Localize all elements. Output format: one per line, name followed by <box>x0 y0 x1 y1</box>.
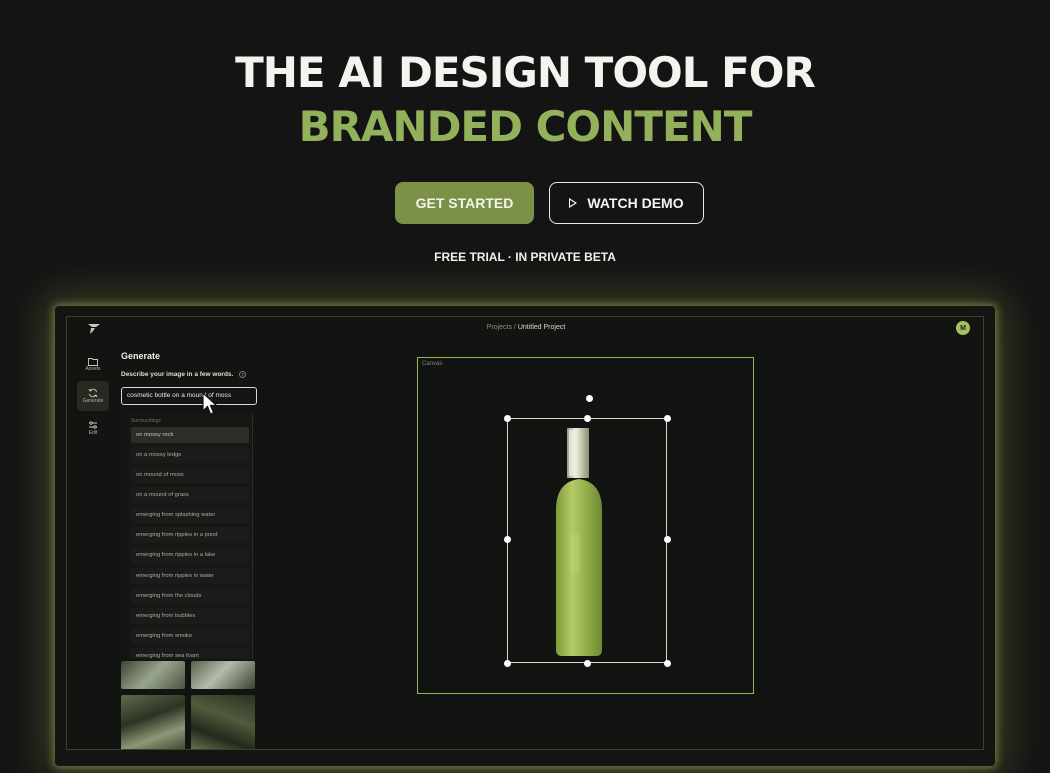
suggestion-dropdown: Surroundings on mossy rock on a mossy le… <box>127 413 253 659</box>
generate-panel: Generate Describe your image in a few wo… <box>119 341 259 749</box>
product-bottle-image[interactable] <box>548 424 626 658</box>
hero-subtitle: FREE TRIAL · IN PRIVATE BETA <box>434 250 616 264</box>
suggestion-item[interactable]: emerging from ripples in a lake <box>131 547 249 563</box>
resize-handle-bottom-right[interactable] <box>664 660 671 667</box>
app-topbar: Projects / Untitled Project M <box>67 317 983 341</box>
breadcrumb-projects[interactable]: Projects / <box>487 324 516 331</box>
resize-handle-top[interactable] <box>584 415 591 422</box>
suggestion-item[interactable]: emerging from ripples in water <box>131 568 249 584</box>
rail-item-edit[interactable]: Edit <box>77 413 109 443</box>
hero-title-line1: THE AI DESIGN TOOL FOR <box>235 48 816 97</box>
sliders-icon <box>89 420 97 429</box>
left-rail: Assets Generate Edit <box>67 341 119 749</box>
result-thumbnail[interactable] <box>191 695 255 749</box>
suggestion-item[interactable]: emerging from splashing water <box>131 507 249 523</box>
rail-item-generate[interactable]: Generate <box>77 381 109 411</box>
prompt-input[interactable]: cosmetic bottle on a mound of moss <box>121 387 257 405</box>
panel-description: Describe your image in a few words. ? <box>121 371 247 379</box>
panel-description-text: Describe your image in a few words. <box>121 371 234 379</box>
rail-label-edit: Edit <box>88 429 98 436</box>
get-started-button[interactable]: GET STARTED <box>395 182 534 224</box>
mouse-pointer-icon <box>202 391 219 415</box>
breadcrumb: Projects / Untitled Project <box>67 324 983 331</box>
suggestion-item[interactable]: on mossy rock <box>131 427 249 443</box>
resize-handle-left[interactable] <box>504 536 511 543</box>
result-thumbnail[interactable] <box>191 661 255 689</box>
refresh-icon <box>88 388 98 398</box>
canvas[interactable]: Canvas <box>417 357 754 694</box>
suggestion-item[interactable]: emerging from sea foam <box>131 648 249 659</box>
suggestion-item[interactable]: emerging from the clouds <box>131 588 249 604</box>
breadcrumb-current: Untitled Project <box>517 324 566 331</box>
rail-item-assets[interactable]: Assets <box>77 349 109 379</box>
rail-label-assets: Assets <box>85 365 101 372</box>
resize-handle-top-left[interactable] <box>504 415 511 422</box>
rotate-handle[interactable] <box>586 395 593 402</box>
help-icon[interactable]: ? <box>239 371 247 378</box>
suggestion-item[interactable]: on a mossy ledge <box>131 447 249 463</box>
resize-handle-bottom-left[interactable] <box>504 660 511 667</box>
rail-label-generate: Generate <box>82 398 104 404</box>
folder-icon <box>88 357 98 366</box>
watch-demo-button[interactable]: WATCH DEMO <box>549 182 704 224</box>
play-icon <box>569 198 578 208</box>
avatar[interactable]: M <box>956 321 970 335</box>
app-preview-window: Projects / Untitled Project M Assets Gen… <box>66 316 984 750</box>
hero-title-line2: BRANDED CONTENT <box>298 102 753 151</box>
result-thumbnail[interactable] <box>121 661 185 689</box>
suggestion-item[interactable]: emerging from ripples in a pond <box>131 527 249 543</box>
suggestion-item[interactable]: on a mound of grass <box>131 487 249 503</box>
resize-handle-right[interactable] <box>664 536 671 543</box>
watch-demo-label: WATCH DEMO <box>587 195 684 211</box>
panel-title: Generate <box>121 351 161 361</box>
suggestion-item[interactable]: emerging from bubbles <box>131 608 249 624</box>
dropdown-header: Surroundings <box>131 418 161 424</box>
canvas-label: Canvas <box>422 361 443 367</box>
result-thumbnail[interactable] <box>121 695 185 749</box>
resize-handle-bottom[interactable] <box>584 660 591 667</box>
suggestion-item[interactable]: emerging from smoke <box>131 628 249 644</box>
suggestion-item[interactable]: on mound of moss <box>131 467 249 483</box>
resize-handle-top-right[interactable] <box>664 415 671 422</box>
